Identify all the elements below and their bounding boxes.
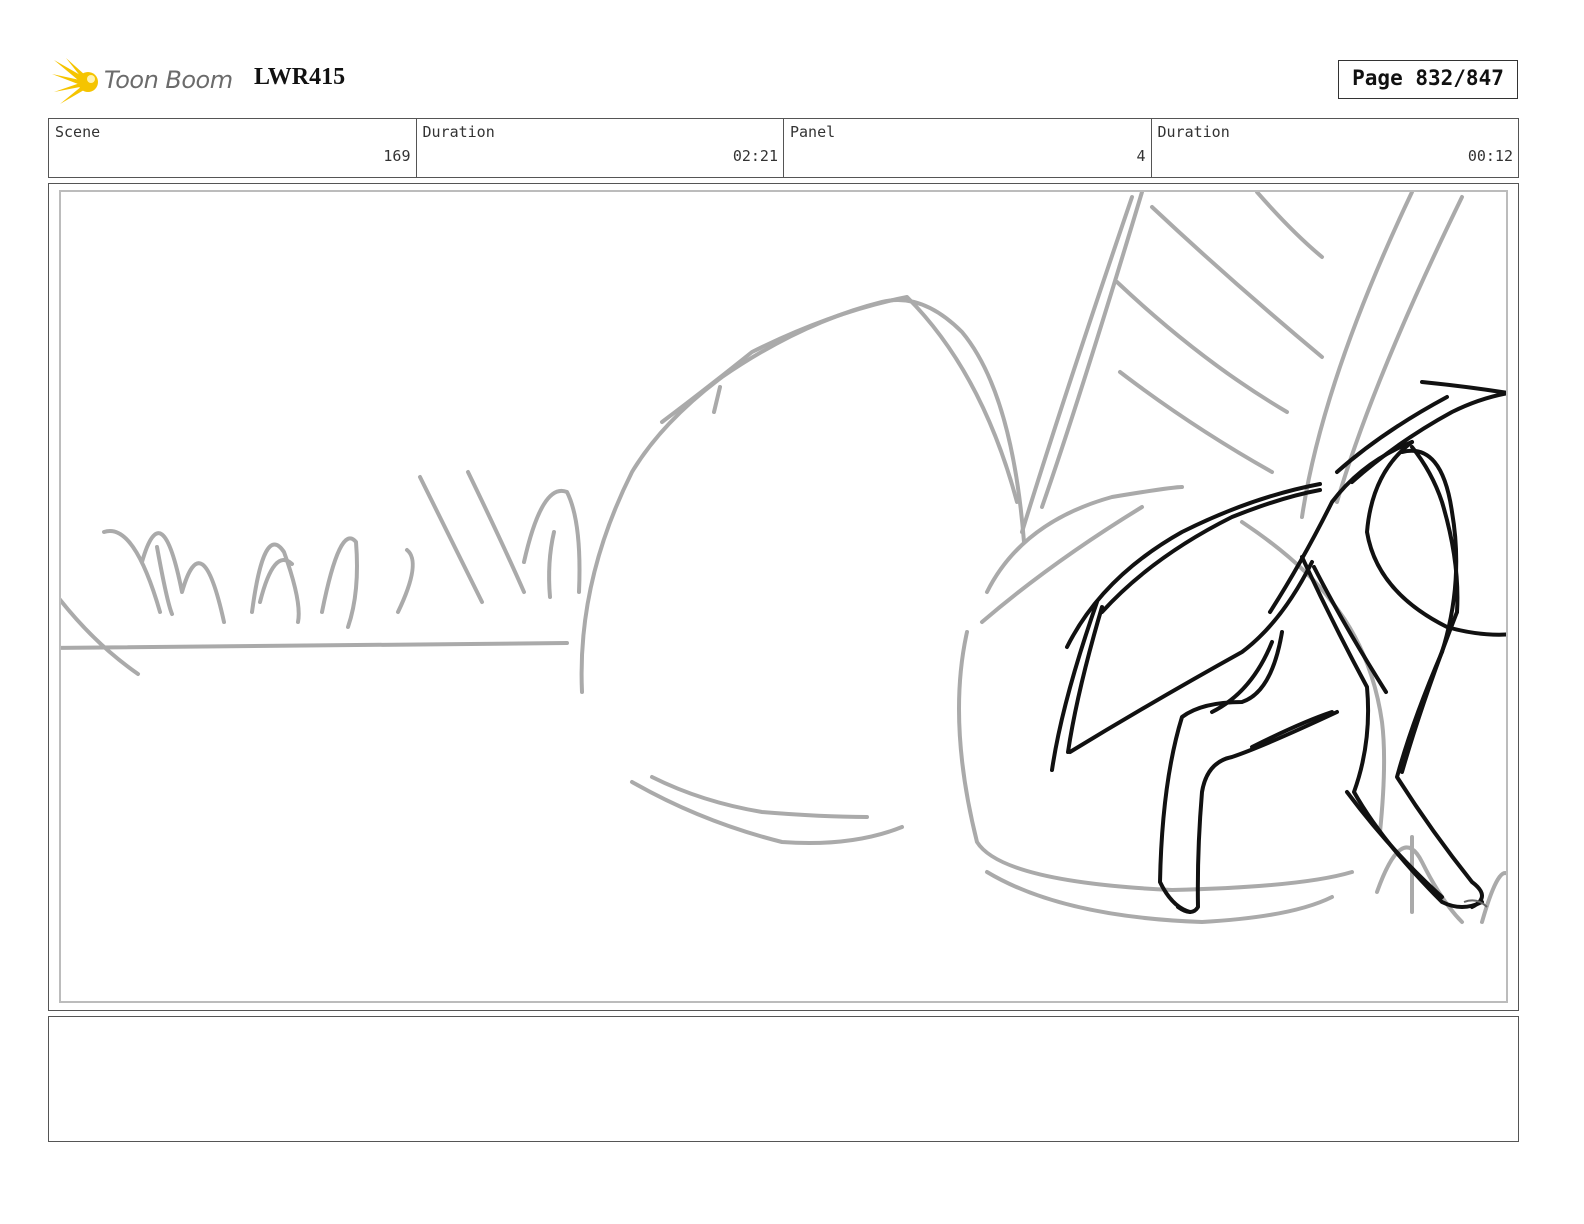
character-sketch xyxy=(1050,380,1506,914)
project-code: LWR415 xyxy=(254,64,346,90)
panel-value: 4 xyxy=(1136,147,1146,165)
page-number: Page 832/847 xyxy=(1352,66,1504,90)
panel-duration-value: 00:12 xyxy=(1467,147,1513,165)
panel-duration-label: Duration xyxy=(1157,123,1230,141)
scene-duration-value: 02:21 xyxy=(732,147,778,165)
page-indicator: Page 832/847 xyxy=(1338,60,1518,99)
panel-label: Panel xyxy=(790,123,836,141)
logo-wordmark: Toon Boom xyxy=(104,66,233,94)
scene-cell: Scene 169 xyxy=(49,119,417,177)
toon-boom-logo: Toon Boom xyxy=(52,56,242,108)
starburst-logo-icon xyxy=(52,58,98,104)
scene-duration-cell: Duration 02:21 xyxy=(417,119,784,177)
scene-value: 169 xyxy=(383,147,411,165)
panel-duration-cell: Duration 00:12 xyxy=(1152,119,1519,177)
scene-info-table: Scene 169 Duration 02:21 Panel 4 Duratio… xyxy=(48,118,1519,178)
panel-cell: Panel 4 xyxy=(784,119,1152,177)
sketch-drawing xyxy=(61,192,1506,924)
scene-label: Scene xyxy=(55,123,101,141)
background-sketch xyxy=(61,192,1506,924)
scene-duration-label: Duration xyxy=(422,123,495,141)
storyboard-panel-image xyxy=(59,190,1508,1003)
notes-box xyxy=(48,1016,1519,1142)
